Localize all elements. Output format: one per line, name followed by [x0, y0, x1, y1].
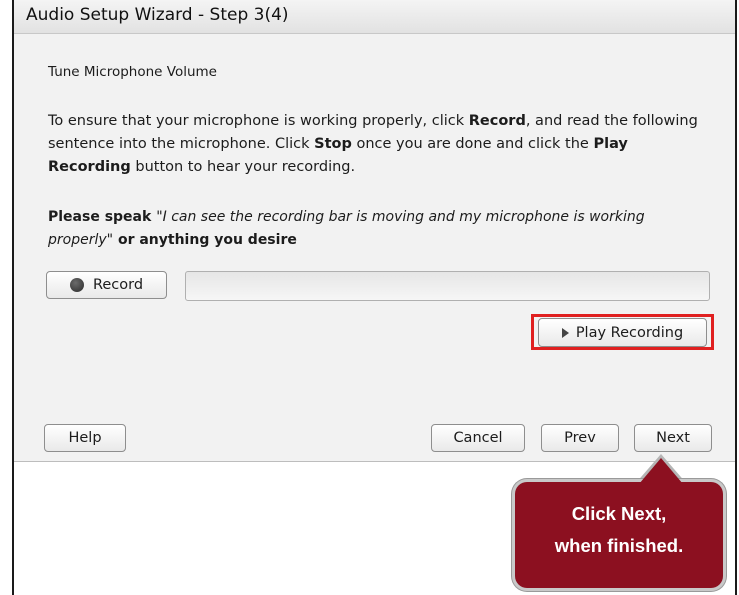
next-button[interactable]: Next — [634, 424, 712, 452]
callout-text: Click Next, when finished. — [515, 498, 723, 562]
instructions-part1: To ensure that your microphone is workin… — [48, 113, 469, 129]
next-callout: Click Next, when finished. — [515, 482, 723, 588]
speak-suffix: or anything you desire — [113, 232, 297, 248]
prev-button-label: Prev — [564, 430, 596, 446]
title-bar: Audio Setup Wizard - Step 3(4) — [14, 0, 735, 34]
record-dot-icon — [69, 278, 84, 292]
speak-prefix: Please speak — [48, 209, 157, 225]
cancel-button[interactable]: Cancel — [431, 424, 525, 452]
play-recording-label: Play Recording — [575, 324, 684, 341]
instructions-text: To ensure that your microphone is workin… — [48, 110, 708, 179]
recording-level-bar — [185, 271, 710, 301]
instructions-stop-word: Stop — [314, 136, 352, 152]
callout-line2: when finished. — [554, 535, 684, 556]
callout-pointer — [639, 458, 683, 484]
instructions-part4: button to hear your recording. — [130, 159, 356, 175]
record-button[interactable]: Record — [46, 271, 167, 299]
play-triangle-icon — [561, 327, 569, 338]
play-recording-button[interactable]: Play Recording — [538, 318, 707, 347]
cancel-button-label: Cancel — [453, 430, 503, 446]
speak-prompt: Please speak "I can see the recording ba… — [48, 206, 708, 252]
callout-line1: Click Next, — [571, 503, 667, 524]
instructions-part3: once you are done and click the — [351, 136, 594, 152]
wizard-panel: Tune Microphone Volume To ensure that yo… — [14, 34, 735, 462]
prev-button[interactable]: Prev — [541, 424, 619, 452]
next-button-label: Next — [656, 430, 690, 446]
step-heading: Tune Microphone Volume — [48, 64, 217, 80]
instructions-record-word: Record — [468, 113, 526, 129]
help-button[interactable]: Help — [44, 424, 126, 452]
record-button-label: Record — [92, 277, 144, 293]
help-button-label: Help — [68, 430, 102, 446]
window-title: Audio Setup Wizard - Step 3(4) — [26, 5, 289, 25]
